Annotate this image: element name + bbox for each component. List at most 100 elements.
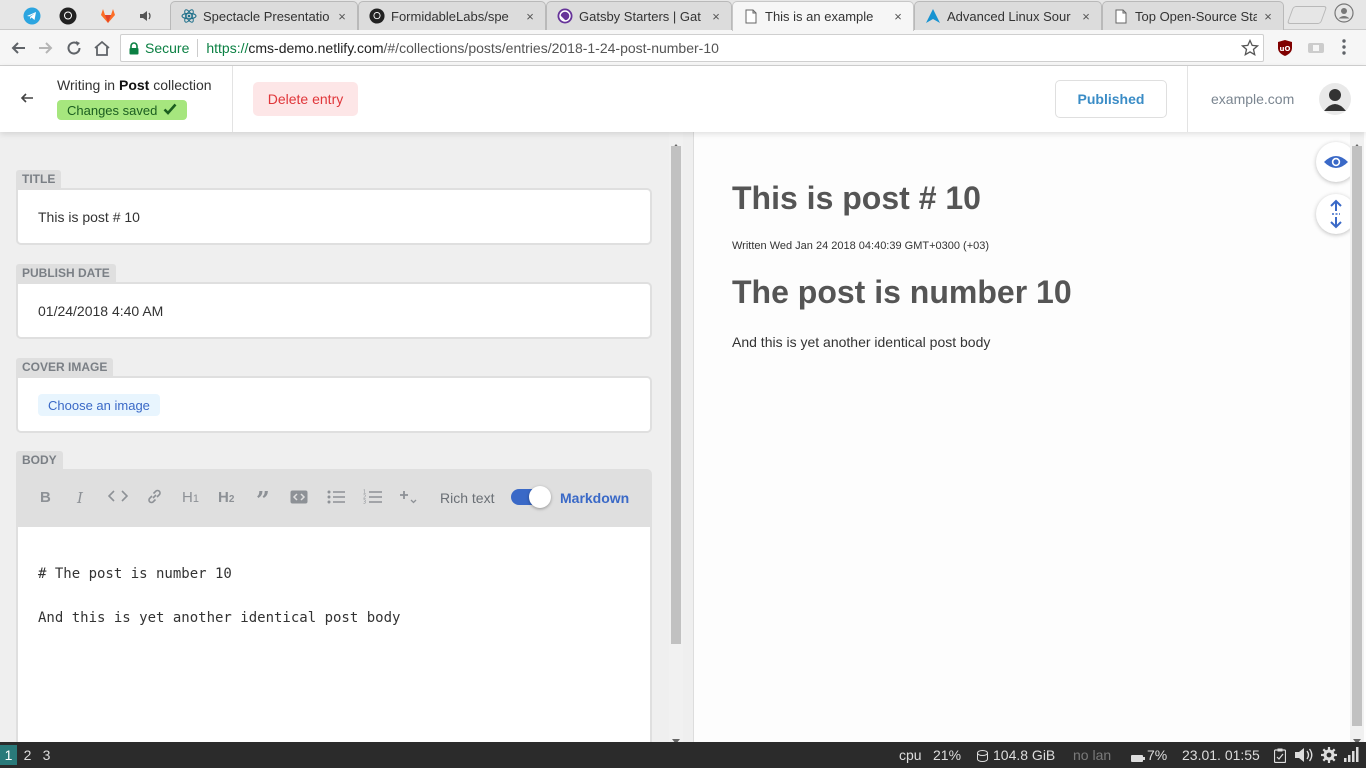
cover-image-field: Choose an image <box>16 376 652 433</box>
tab-close-icon[interactable]: × <box>335 9 349 24</box>
svg-text:3: 3 <box>363 500 366 505</box>
scrollbar-thumb[interactable] <box>1352 146 1362 726</box>
speaker-icon <box>140 11 151 21</box>
status-label: Changes saved <box>67 102 158 118</box>
tab-close-icon[interactable]: × <box>1079 9 1093 24</box>
heading-two-icon[interactable]: H2 <box>218 489 234 506</box>
bold-icon[interactable]: B <box>40 489 51 506</box>
arrow-left-icon <box>20 93 33 103</box>
quote-icon[interactable]: ” <box>256 486 270 515</box>
volume-icon[interactable] <box>1294 747 1314 766</box>
status-badge: Changes saved <box>57 100 188 120</box>
bulleted-list-icon[interactable] <box>327 490 345 508</box>
eye-icon <box>1324 156 1348 168</box>
markdown-mode-label[interactable]: Markdown <box>560 490 629 506</box>
tab-close-icon[interactable]: × <box>891 9 905 24</box>
title-field[interactable]: This is post # 10 <box>16 188 652 245</box>
code-icon[interactable] <box>107 488 129 508</box>
secure-indicator[interactable]: Secure <box>129 40 189 56</box>
divider <box>197 39 199 57</box>
url-domain: cms-demo.netlify.com <box>248 40 384 56</box>
divider <box>1187 66 1188 132</box>
rich-text-mode-label[interactable]: Rich text <box>440 490 494 506</box>
tab-title: Gatsby Starters | Gat <box>579 8 701 24</box>
scroll-down-icon[interactable] <box>672 731 680 742</box>
url-bar[interactable]: Secure https://cms-demo.netlify.com/#/co… <box>120 34 1264 62</box>
system-status-bar: 1 2 3 cpu 21% 104.8 GiB no lan 7% 23.01.… <box>0 742 1366 768</box>
publish-date-value[interactable]: 01/24/2018 4:40 AM <box>38 303 163 319</box>
back-to-collection-button[interactable] <box>20 88 34 111</box>
cpu-label: cpu <box>899 747 922 763</box>
tab-formidablelabs[interactable]: FormidableLabs/spe × <box>358 1 546 30</box>
url-text[interactable]: https://cms-demo.netlify.com/#/collectio… <box>206 40 719 56</box>
publish-date-field-label: PUBLISH DATE <box>16 264 116 282</box>
workspace-3[interactable]: 3 <box>38 745 55 765</box>
home-button[interactable] <box>90 36 114 60</box>
avatar[interactable] <box>1319 83 1351 115</box>
back-button[interactable] <box>6 36 30 60</box>
pinned-tab-github[interactable] <box>52 4 84 28</box>
reload-button[interactable] <box>62 36 86 60</box>
extension-icon[interactable] <box>1307 40 1325 61</box>
preview-scrollbar[interactable] <box>1350 132 1364 742</box>
site-link[interactable]: example.com <box>1211 91 1294 107</box>
writing-prefix: Writing in <box>57 77 119 93</box>
preview-date: Written Wed Jan 24 2018 04:40:39 GMT+030… <box>732 240 990 252</box>
pinned-tab-gitlab[interactable] <box>92 4 124 28</box>
tab-close-icon[interactable]: × <box>1261 9 1275 24</box>
code-block-icon[interactable] <box>290 490 308 508</box>
pinned-tab-audio[interactable] <box>130 4 162 28</box>
tab-top-open-source[interactable]: Top Open-Source Sta × <box>1102 1 1284 30</box>
heading-one-icon[interactable]: H1 <box>182 489 199 506</box>
sync-scroll-icon <box>1330 199 1342 229</box>
profile-icon[interactable] <box>1334 3 1354 28</box>
workspace-1[interactable]: 1 <box>0 745 17 765</box>
add-component-icon[interactable] <box>399 489 417 509</box>
battery-level: 7% <box>1147 747 1168 763</box>
disk-icon <box>977 749 988 765</box>
bookmark-star-icon[interactable] <box>1240 38 1260 60</box>
gatsby-icon <box>557 8 573 24</box>
italic-icon[interactable]: I <box>77 489 83 507</box>
title-input-value[interactable]: This is post # 10 <box>38 209 140 225</box>
tab-title: Advanced Linux Sour <box>947 8 1071 24</box>
settings-gear-icon[interactable] <box>1320 746 1338 767</box>
numbered-list-icon[interactable]: 123 <box>363 489 382 508</box>
publish-status-button[interactable]: Published <box>1055 80 1167 118</box>
arch-icon <box>926 9 940 23</box>
choose-image-button[interactable]: Choose an image <box>38 394 160 416</box>
disk-space: 104.8 GiB <box>993 747 1056 763</box>
delete-entry-button[interactable]: Delete entry <box>253 82 358 116</box>
preview-pane: This is post # 10 Written Wed Jan 24 201… <box>694 132 1366 742</box>
tab-close-icon[interactable]: × <box>523 9 537 24</box>
editor-mode-toggle[interactable] <box>511 486 551 508</box>
tab-this-is-an-example[interactable]: This is an example × <box>732 1 914 31</box>
user-icon <box>1324 89 1346 111</box>
publish-date-field[interactable]: 01/24/2018 4:40 AM <box>16 282 652 339</box>
ublock-extension-icon[interactable]: uO <box>1277 39 1293 62</box>
new-tab-button[interactable] <box>1286 6 1328 24</box>
tab-spectacle[interactable]: Spectacle Presentatio × <box>170 1 358 30</box>
markdown-toolbar: B I H1 H2 ” 123 Rich text Markdown <box>16 469 652 527</box>
tab-close-icon[interactable]: × <box>709 9 723 24</box>
telegram-icon <box>23 7 41 25</box>
browser-menu-icon[interactable] <box>1341 38 1349 61</box>
gitlab-icon <box>101 9 115 23</box>
clipboard-icon[interactable] <box>1273 748 1287 766</box>
scrollbar-thumb[interactable] <box>671 146 681 644</box>
markdown-body-editor[interactable]: # The post is number 10 And this is yet … <box>16 527 652 742</box>
editor-scrollbar[interactable] <box>669 132 683 742</box>
arrow-right-icon <box>39 42 53 54</box>
lock-icon <box>129 41 139 54</box>
workspace-2[interactable]: 2 <box>19 745 36 765</box>
tab-gatsby[interactable]: Gatsby Starters | Gat × <box>546 1 732 30</box>
pinned-tab-telegram[interactable] <box>16 4 48 28</box>
arrow-left-icon <box>11 42 25 54</box>
tab-advanced-linux[interactable]: Advanced Linux Sour × <box>914 1 1102 30</box>
preview-title: This is post # 10 <box>732 180 981 216</box>
forward-button[interactable] <box>34 36 58 60</box>
wifi-signal-icon[interactable] <box>1344 747 1360 765</box>
link-icon[interactable] <box>146 488 163 509</box>
scroll-down-icon[interactable] <box>1353 731 1361 742</box>
collection-context: Writing in Post collection <box>57 77 212 93</box>
